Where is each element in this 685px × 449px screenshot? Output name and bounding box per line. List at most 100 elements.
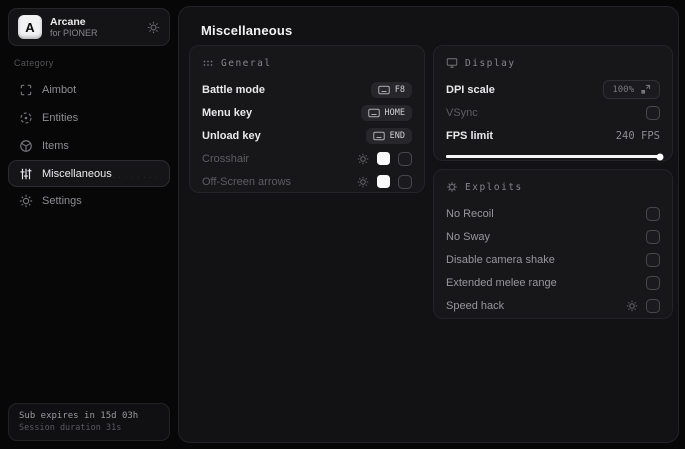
setting-label: Extended melee range (446, 276, 557, 289)
setting-row-extended-melee-range: Extended melee range (446, 271, 660, 294)
sidebar: A Arcane for PIONER Category Aimbot Enti… (8, 8, 170, 441)
fps-limit-value: 240 FPS (615, 129, 660, 142)
brand-card: A Arcane for PIONER (8, 8, 170, 46)
keybind-button-battle[interactable]: F8 (370, 81, 412, 98)
category-label: Category (14, 58, 54, 68)
row-controls (626, 298, 660, 313)
gear-icon[interactable] (357, 176, 369, 188)
setting-row-unload-key: Unload key END (202, 124, 412, 147)
virus-icon (446, 181, 458, 193)
setting-row-disable-camera-shake: Disable camera shake (446, 248, 660, 271)
nav-ghost-dots: ········· (105, 174, 161, 182)
sidebar-item-entities[interactable]: Entities (8, 104, 170, 132)
sidebar-item-miscellaneous[interactable]: Miscellaneous ········· (8, 160, 170, 187)
setting-row-fps-limit: FPS limit 240 FPS (446, 124, 660, 147)
sidebar-item-label: Settings (42, 195, 82, 207)
setting-row-dpi-scale: DPI scale 100% (446, 78, 660, 101)
setting-row-menu-key: Menu key HOME (202, 101, 412, 124)
setting-row-battle-mode: Battle mode F8 (202, 78, 412, 101)
sidebar-item-label: Items (42, 140, 69, 152)
scale-icon (640, 84, 651, 95)
setting-label: Battle mode (202, 83, 265, 96)
dpi-scale-value: 100% (612, 84, 634, 95)
sidebar-nav: Aimbot Entities Items Miscellaneous ····… (8, 76, 170, 215)
sidebar-item-items[interactable]: Items (8, 132, 170, 160)
disable-camera-shake-checkbox[interactable] (646, 252, 660, 267)
row-controls (357, 151, 412, 166)
setting-label: Speed hack (446, 299, 505, 312)
grid-dots-icon (202, 57, 214, 69)
gear-icon (19, 194, 33, 208)
setting-label: Menu key (202, 106, 253, 119)
exploits-panel: Exploits No Recoil No Sway Disable camer… (433, 169, 673, 319)
sub-expiry-text: Sub expires in 15d 03h (19, 411, 139, 421)
setting-label: No Recoil (446, 207, 494, 220)
gear-icon[interactable] (626, 300, 638, 312)
keybind-value: END (389, 130, 405, 141)
sliders-icon (19, 167, 33, 181)
slider-fill (446, 155, 660, 158)
dpi-scale-select[interactable]: 100% (603, 80, 660, 99)
setting-row-vsync: VSync (446, 101, 660, 124)
setting-label: DPI scale (446, 83, 495, 96)
keybind-value: HOME (384, 107, 405, 118)
page-title: Miscellaneous (201, 23, 293, 38)
exploits-panel-header: Exploits (446, 181, 660, 193)
setting-row-no-sway: No Sway (446, 225, 660, 248)
speed-hack-checkbox[interactable] (646, 298, 660, 313)
setting-label: VSync (446, 106, 478, 119)
general-panel: General Battle mode F8 Menu key HOME Unl… (189, 45, 425, 193)
display-panel: Display DPI scale 100% VSync FPS limit 2… (433, 45, 673, 161)
session-duration-text: Session duration 31s (19, 423, 122, 433)
setting-row-crosshair: Crosshair (202, 147, 412, 170)
general-panel-header: General (202, 57, 412, 69)
sidebar-item-settings[interactable]: Settings (8, 187, 170, 215)
keybind-button-unload[interactable]: END (365, 127, 412, 144)
setting-label: Crosshair (202, 152, 250, 165)
sidebar-item-label: Entities (42, 112, 79, 124)
keybind-value: F8 (394, 84, 405, 95)
setting-label: FPS limit (446, 129, 494, 142)
keyboard-icon (378, 85, 390, 95)
display-panel-title: Display (465, 57, 516, 69)
color-swatch[interactable] (377, 175, 390, 188)
setting-label: No Sway (446, 230, 491, 243)
app-logo: A (18, 15, 42, 39)
sidebar-item-label: Miscellaneous (42, 167, 112, 180)
setting-row-speed-hack: Speed hack (446, 294, 660, 317)
offscreen-arrows-checkbox[interactable] (398, 174, 412, 189)
setting-label: Disable camera shake (446, 253, 555, 266)
app-subtitle: for PIONER (50, 27, 98, 38)
app-name: Arcane (50, 15, 86, 28)
vsync-checkbox[interactable] (646, 105, 660, 120)
subscription-card: Sub expires in 15d 03h Session duration … (8, 403, 170, 441)
display-panel-header: Display (446, 57, 660, 69)
keyboard-icon (367, 108, 380, 118)
keyboard-icon (372, 131, 385, 141)
sidebar-item-aimbot[interactable]: Aimbot (8, 76, 170, 104)
setting-label: Off-Screen arrows (202, 175, 292, 188)
no-recoil-checkbox[interactable] (646, 206, 660, 221)
gear-icon[interactable] (357, 153, 369, 165)
gear-icon[interactable] (147, 21, 160, 34)
main-panel: Miscellaneous General Battle mode F8 Men… (178, 6, 679, 443)
brand-text: Arcane for PIONER (50, 16, 139, 38)
crosshair-checkbox[interactable] (398, 151, 412, 166)
general-panel-title: General (221, 57, 272, 69)
entities-icon (19, 111, 33, 125)
slider-knob[interactable] (656, 153, 664, 160)
setting-row-no-recoil: No Recoil (446, 202, 660, 225)
color-swatch[interactable] (377, 152, 390, 165)
setting-row-offscreen-arrows: Off-Screen arrows (202, 170, 412, 193)
setting-label: Unload key (202, 129, 261, 142)
extended-melee-range-checkbox[interactable] (646, 275, 660, 290)
fps-limit-slider[interactable] (446, 153, 664, 160)
keybind-button-menu[interactable]: HOME (360, 104, 412, 121)
monitor-icon (446, 57, 458, 69)
scan-icon (19, 83, 33, 97)
no-sway-checkbox[interactable] (646, 229, 660, 244)
row-controls (357, 174, 412, 189)
sidebar-item-label: Aimbot (42, 84, 77, 96)
cube-icon (19, 139, 33, 153)
exploits-panel-title: Exploits (465, 181, 523, 193)
